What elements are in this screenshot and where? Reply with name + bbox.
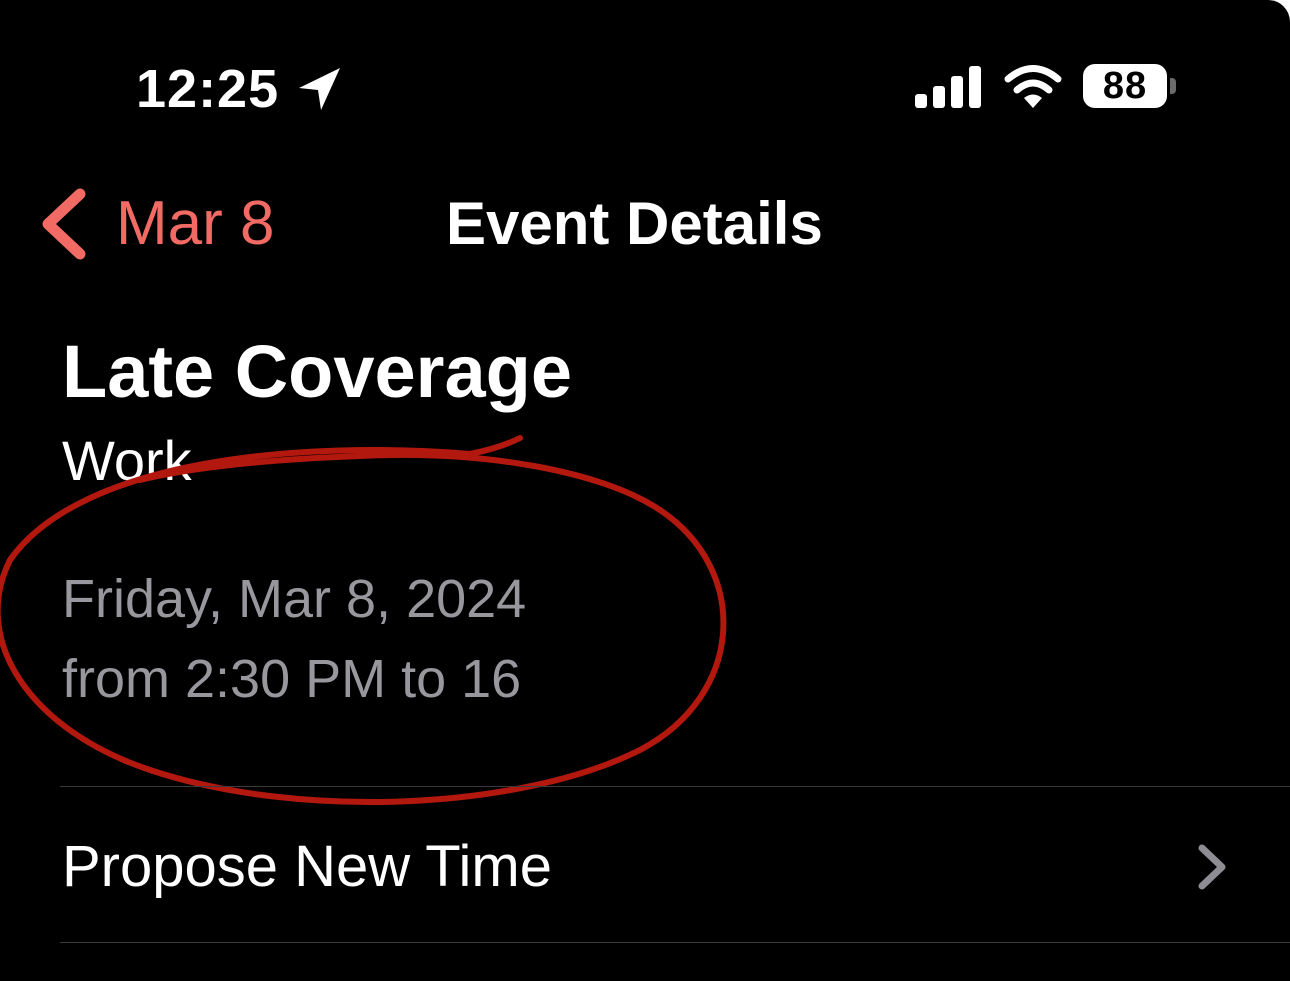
chevron-left-icon <box>42 188 86 260</box>
status-time: 12:25 <box>136 59 280 119</box>
propose-new-time-row[interactable]: Propose New Time <box>0 787 1290 943</box>
event-calendar: Work <box>62 429 192 492</box>
wifi-icon <box>1004 65 1062 108</box>
event-details-screen: 12:25 88 Mar 8 Event Details Late Covera… <box>0 0 1290 981</box>
screenshot-corner <box>1250 0 1290 40</box>
battery-icon: 88 <box>1083 64 1167 108</box>
event-date: Friday, Mar 8, 2024 <box>62 569 527 629</box>
event-title: Late Coverage <box>62 330 572 413</box>
event-time: from 2:30 PM to 16 <box>62 649 522 709</box>
propose-new-time-label: Propose New Time <box>62 834 552 899</box>
cellular-signal-icon <box>915 66 981 108</box>
location-arrow-icon <box>299 68 340 110</box>
back-button[interactable]: Mar 8 <box>38 186 274 262</box>
page-title: Event Details <box>446 190 823 257</box>
divider <box>60 942 1290 943</box>
battery-tip <box>1170 78 1176 94</box>
back-label: Mar 8 <box>116 189 275 258</box>
chevron-right-icon <box>1198 844 1226 890</box>
